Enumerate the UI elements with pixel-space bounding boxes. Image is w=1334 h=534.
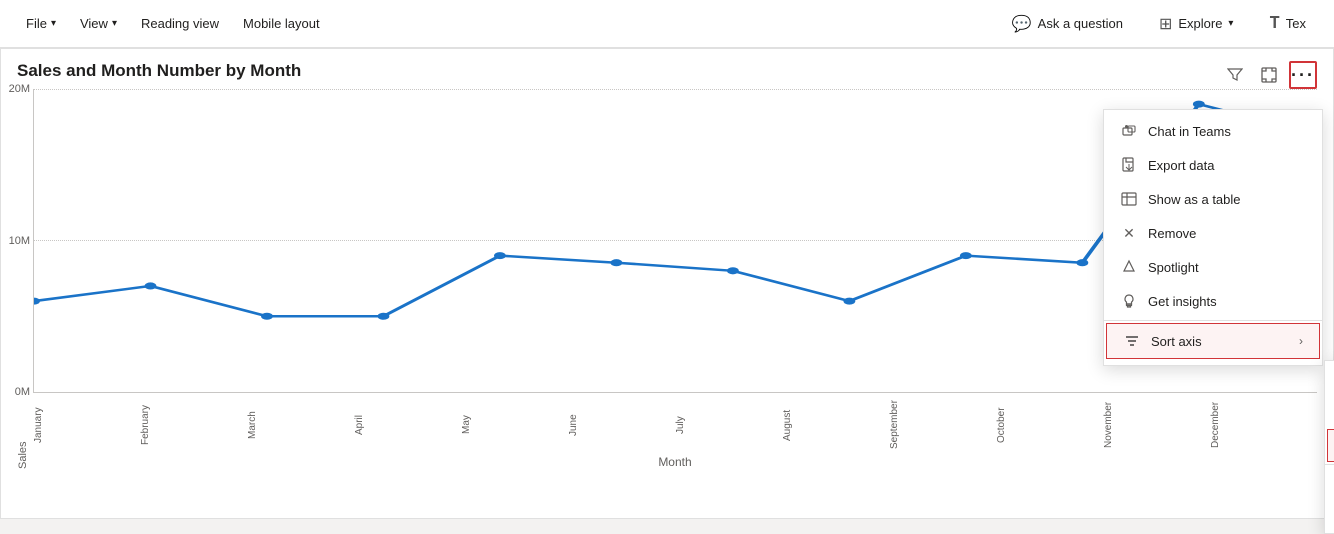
reading-view-button[interactable]: Reading view [131,10,229,37]
chat-icon: 💬 [1012,14,1032,34]
file-label: File [26,16,47,31]
explore-icon: ⊞ [1159,14,1172,34]
x-label-may: May [461,397,568,453]
menu-item-sort-axis[interactable]: Sort axis › [1106,323,1320,359]
topbar-right: 💬 Ask a question ⊞ Explore ▾ 𝐓 Tex [1000,8,1318,40]
export-icon [1120,156,1138,174]
submenu-item-sales[interactable]: Sales [1325,396,1334,427]
reading-view-label: Reading view [141,16,219,31]
menu-item-remove[interactable]: ✕ Remove [1104,216,1322,250]
topbar: File ▾ View ▾ Reading view Mobile layout… [0,0,1334,48]
file-menu[interactable]: File ▾ [16,10,66,37]
x-axis: January February March April May June Ju… [33,393,1317,453]
view-label: View [80,16,108,31]
table-icon [1120,190,1138,208]
topbar-left: File ▾ View ▾ Reading view Mobile layout [16,10,330,37]
y-tick-label-0m: 0M [0,386,30,398]
filter-icon-button[interactable] [1221,61,1249,89]
lightbulb-icon [1120,292,1138,310]
x-label-march: March [247,397,354,453]
ask-question-label: Ask a question [1038,16,1123,31]
explore-label: Explore [1178,16,1222,31]
expand-icon-button[interactable] [1255,61,1283,89]
ellipsis-icon: ··· [1291,65,1315,86]
menu-label-chat-teams: Chat in Teams [1148,124,1231,139]
text-button[interactable]: 𝐓 Tex [1257,9,1318,39]
x-label-october: October [996,397,1103,453]
menu-label-sort-axis: Sort axis [1151,334,1202,349]
menu-item-export-data[interactable]: Export data [1104,148,1322,182]
x-icon: ✕ [1120,224,1138,242]
explore-chevron-icon: ▾ [1228,18,1233,29]
y-axis-label: Sales [17,89,29,469]
x-label-november: November [1103,397,1210,453]
x-label-september: September [889,397,996,453]
main-area: Sales and Month Number by Month ··· Sale… [0,48,1334,519]
text-label: Tex [1286,16,1306,31]
ask-question-button[interactable]: 💬 Ask a question [1000,8,1135,40]
explore-button[interactable]: ⊞ Explore ▾ [1147,8,1246,40]
x-label-february: February [140,397,247,453]
submenu: Month Sales ✓ Month Number ↧ Sort descen… [1324,360,1334,534]
submenu-item-month-number[interactable]: ✓ Month Number [1327,429,1334,462]
menu-divider [1104,320,1322,321]
menu-label-export-data: Export data [1148,158,1215,173]
view-menu[interactable]: View ▾ [70,10,127,37]
chart-title: Sales and Month Number by Month [17,61,1317,81]
menu-label-remove: Remove [1148,226,1196,241]
teams-icon [1120,122,1138,140]
menu-item-spotlight[interactable]: Spotlight [1104,250,1322,284]
mobile-layout-button[interactable]: Mobile layout [233,10,330,37]
submenu-item-sort-ascending[interactable]: ✓ ↥ Sort ascending [1325,498,1334,529]
file-chevron-icon: ▾ [51,18,56,29]
view-chevron-icon: ▾ [112,18,117,29]
x-label-june: June [568,397,675,453]
x-label-april: April [354,397,461,453]
spotlight-icon [1120,258,1138,276]
y-tick-label-20m: 20M [0,83,30,95]
y-tick-label-10m: 10M [0,235,30,247]
chart-toolbar: ··· [1221,61,1317,89]
x-label-july: July [675,397,782,453]
text-icon: 𝐓 [1269,15,1279,33]
submenu-item-month[interactable]: Month [1325,365,1334,396]
menu-label-show-table: Show as a table [1148,192,1241,207]
mobile-layout-label: Mobile layout [243,16,320,31]
x-axis-title: Month [33,455,1317,469]
context-menu: Chat in Teams Export data Show as a tabl… [1103,109,1323,366]
x-label-december: December [1210,397,1317,453]
menu-item-chat-teams[interactable]: Chat in Teams [1104,114,1322,148]
x-label-january: January [33,397,140,453]
menu-label-get-insights: Get insights [1148,294,1217,309]
more-options-button[interactable]: ··· [1289,61,1317,89]
sort-axis-arrow-icon: › [1299,334,1303,348]
menu-item-get-insights[interactable]: Get insights [1104,284,1322,318]
menu-item-show-table[interactable]: Show as a table [1104,182,1322,216]
submenu-item-sort-descending[interactable]: ↧ Sort descending [1325,467,1334,498]
sort-axis-icon [1123,332,1141,350]
submenu-divider [1325,464,1334,465]
menu-label-spotlight: Spotlight [1148,260,1199,275]
x-label-august: August [782,397,889,453]
